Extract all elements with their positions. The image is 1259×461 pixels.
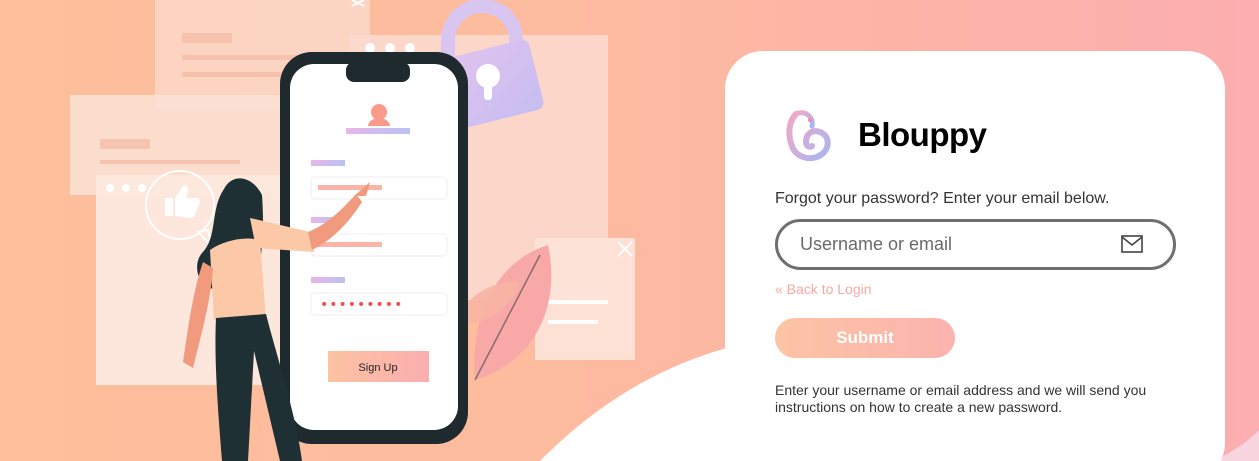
password-dots: ••••••••• (320, 297, 403, 313)
b-heart-logo-icon (786, 110, 831, 162)
submit-button[interactable]: Submit (775, 318, 955, 358)
brand: Blouppy (782, 106, 987, 164)
mail-icon (1121, 235, 1143, 253)
username-email-input[interactable] (800, 222, 1120, 267)
forgot-password-prompt: Forgot your password? Enter your email b… (775, 190, 1110, 207)
phone-signup-label: Sign Up (358, 362, 397, 374)
back-to-login-link[interactable]: « Back to Login (775, 281, 872, 297)
brand-name: Blouppy (858, 116, 987, 153)
help-text: Enter your username or email address and… (775, 382, 1147, 415)
email-field[interactable] (775, 219, 1176, 270)
forgot-password-card: Blouppy Forgot your password? Enter your… (725, 51, 1225, 461)
